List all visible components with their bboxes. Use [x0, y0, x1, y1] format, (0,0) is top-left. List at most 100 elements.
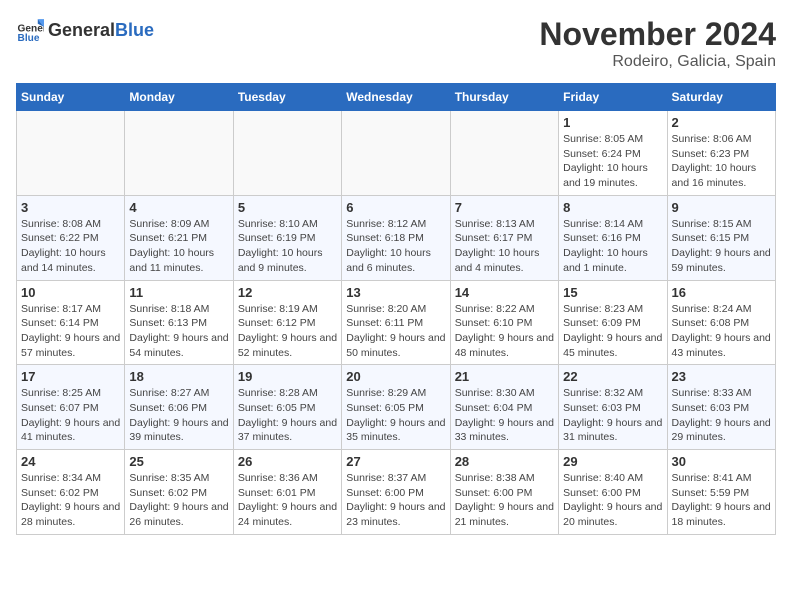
calendar-cell: 4 Sunrise: 8:09 AMSunset: 6:21 PMDaylight… — [125, 195, 233, 280]
calendar-cell: 29Sunrise: 8:40 AMSunset: 6:00 PMDayligh… — [559, 450, 667, 535]
day-number: 6 — [346, 200, 445, 215]
day-number: 21 — [455, 369, 554, 384]
day-info: Sunrise: 8:10 AMSunset: 6:19 PMDaylight:… — [238, 217, 337, 276]
calendar-cell: 3Sunrise: 8:08 AMSunset: 6:22 PMDaylight… — [17, 195, 125, 280]
calendar-cell: 20Sunrise: 8:29 AMSunset: 6:05 PMDayligh… — [342, 365, 450, 450]
day-number: 20 — [346, 369, 445, 384]
day-info: Sunrise: 8:13 AMSunset: 6:17 PMDaylight:… — [455, 217, 554, 276]
calendar-week-5: 24 Sunrise: 8:34 AMSunset: 6:02 PMDayligh… — [17, 450, 776, 535]
day-info: Sunrise: 8:27 AMSunset: 6:06 PMDaylight:… — [129, 386, 228, 445]
day-number: 28 — [455, 454, 554, 469]
day-number: 5 — [238, 200, 337, 215]
calendar-cell — [17, 111, 125, 196]
page-header: General Blue GeneralBlue November 2024 R… — [16, 16, 776, 71]
weekday-header-monday: Monday — [125, 84, 233, 111]
day-info: Sunrise: 8:19 AMSunset: 6:12 PMDaylight:… — [238, 302, 337, 361]
day-info: Sunrise: 8:08 AMSunset: 6:22 PMDaylight:… — [21, 217, 120, 276]
calendar-cell: 9Sunrise: 8:15 AMSunset: 6:15 PMDaylight… — [667, 195, 775, 280]
day-info: Sunrise: 8:35 AMSunset: 6:02 PMDaylight:… — [129, 471, 228, 530]
calendar-cell: 21 Sunrise: 8:30 AMSunset: 6:04 PMDayligh… — [450, 365, 558, 450]
day-number: 11 — [129, 285, 228, 300]
day-number: 27 — [346, 454, 445, 469]
calendar-cell: 23 Sunrise: 8:33 AMSunset: 6:03 PMDayligh… — [667, 365, 775, 450]
day-info: Sunrise: 8:12 AMSunset: 6:18 PMDaylight:… — [346, 217, 445, 276]
calendar-cell — [233, 111, 341, 196]
day-number: 26 — [238, 454, 337, 469]
logo-icon: General Blue — [16, 16, 44, 44]
calendar-week-3: 10 Sunrise: 8:17 AMSunset: 6:14 PMDayligh… — [17, 280, 776, 365]
day-info: Sunrise: 8:41 AMSunset: 5:59 PMDaylight:… — [672, 471, 771, 530]
calendar-week-1: 1Sunrise: 8:05 AMSunset: 6:24 PMDaylight… — [17, 111, 776, 196]
logo-text-general: General — [48, 20, 115, 41]
day-info: Sunrise: 8:23 AMSunset: 6:09 PMDaylight:… — [563, 302, 662, 361]
calendar-cell: 16Sunrise: 8:24 AMSunset: 6:08 PMDayligh… — [667, 280, 775, 365]
day-number: 12 — [238, 285, 337, 300]
calendar-cell: 8 Sunrise: 8:14 AMSunset: 6:16 PMDaylight… — [559, 195, 667, 280]
calendar-cell: 30 Sunrise: 8:41 AMSunset: 5:59 PMDayligh… — [667, 450, 775, 535]
day-info: Sunrise: 8:37 AMSunset: 6:00 PMDaylight:… — [346, 471, 445, 530]
month-title: November 2024 — [539, 16, 776, 53]
day-number: 7 — [455, 200, 554, 215]
calendar-cell: 5 Sunrise: 8:10 AMSunset: 6:19 PMDaylight… — [233, 195, 341, 280]
day-number: 25 — [129, 454, 228, 469]
day-number: 9 — [672, 200, 771, 215]
calendar-cell: 22 Sunrise: 8:32 AMSunset: 6:03 PMDayligh… — [559, 365, 667, 450]
day-info: Sunrise: 8:18 AMSunset: 6:13 PMDaylight:… — [129, 302, 228, 361]
day-info: Sunrise: 8:28 AMSunset: 6:05 PMDaylight:… — [238, 386, 337, 445]
calendar-cell — [125, 111, 233, 196]
calendar-cell: 18 Sunrise: 8:27 AMSunset: 6:06 PMDayligh… — [125, 365, 233, 450]
day-info: Sunrise: 8:25 AMSunset: 6:07 PMDaylight:… — [21, 386, 120, 445]
day-info: Sunrise: 8:09 AMSunset: 6:21 PMDaylight:… — [129, 217, 228, 276]
logo-text-blue: Blue — [115, 20, 154, 41]
day-number: 14 — [455, 285, 554, 300]
weekday-header-saturday: Saturday — [667, 84, 775, 111]
calendar-cell: 19 Sunrise: 8:28 AMSunset: 6:05 PMDayligh… — [233, 365, 341, 450]
calendar-header-row: SundayMondayTuesdayWednesdayThursdayFrid… — [17, 84, 776, 111]
calendar-cell: 17 Sunrise: 8:25 AMSunset: 6:07 PMDayligh… — [17, 365, 125, 450]
day-info: Sunrise: 8:06 AMSunset: 6:23 PMDaylight:… — [672, 132, 771, 191]
day-number: 18 — [129, 369, 228, 384]
weekday-header-wednesday: Wednesday — [342, 84, 450, 111]
day-number: 17 — [21, 369, 120, 384]
day-number: 10 — [21, 285, 120, 300]
calendar-cell — [342, 111, 450, 196]
day-number: 22 — [563, 369, 662, 384]
day-info: Sunrise: 8:33 AMSunset: 6:03 PMDaylight:… — [672, 386, 771, 445]
calendar-cell: 14 Sunrise: 8:22 AMSunset: 6:10 PMDayligh… — [450, 280, 558, 365]
title-block: November 2024 Rodeiro, Galicia, Spain — [539, 16, 776, 71]
day-info: Sunrise: 8:36 AMSunset: 6:01 PMDaylight:… — [238, 471, 337, 530]
day-info: Sunrise: 8:24 AMSunset: 6:08 PMDaylight:… — [672, 302, 771, 361]
day-number: 30 — [672, 454, 771, 469]
day-number: 8 — [563, 200, 662, 215]
day-number: 19 — [238, 369, 337, 384]
day-info: Sunrise: 8:17 AMSunset: 6:14 PMDaylight:… — [21, 302, 120, 361]
calendar-cell: 25 Sunrise: 8:35 AMSunset: 6:02 PMDayligh… — [125, 450, 233, 535]
day-info: Sunrise: 8:14 AMSunset: 6:16 PMDaylight:… — [563, 217, 662, 276]
day-number: 23 — [672, 369, 771, 384]
day-info: Sunrise: 8:20 AMSunset: 6:11 PMDaylight:… — [346, 302, 445, 361]
day-info: Sunrise: 8:32 AMSunset: 6:03 PMDaylight:… — [563, 386, 662, 445]
calendar-week-4: 17 Sunrise: 8:25 AMSunset: 6:07 PMDayligh… — [17, 365, 776, 450]
day-number: 13 — [346, 285, 445, 300]
calendar-cell — [450, 111, 558, 196]
calendar-cell: 7 Sunrise: 8:13 AMSunset: 6:17 PMDaylight… — [450, 195, 558, 280]
calendar-cell: 24 Sunrise: 8:34 AMSunset: 6:02 PMDayligh… — [17, 450, 125, 535]
calendar-cell: 15Sunrise: 8:23 AMSunset: 6:09 PMDayligh… — [559, 280, 667, 365]
svg-text:Blue: Blue — [18, 33, 40, 44]
calendar-table: SundayMondayTuesdayWednesdayThursdayFrid… — [16, 83, 776, 535]
day-number: 29 — [563, 454, 662, 469]
calendar-cell: 28 Sunrise: 8:38 AMSunset: 6:00 PMDayligh… — [450, 450, 558, 535]
weekday-header-thursday: Thursday — [450, 84, 558, 111]
calendar-cell: 2 Sunrise: 8:06 AMSunset: 6:23 PMDaylight… — [667, 111, 775, 196]
day-info: Sunrise: 8:22 AMSunset: 6:10 PMDaylight:… — [455, 302, 554, 361]
calendar-cell: 26 Sunrise: 8:36 AMSunset: 6:01 PMDayligh… — [233, 450, 341, 535]
day-number: 4 — [129, 200, 228, 215]
day-number: 2 — [672, 115, 771, 130]
weekday-header-friday: Friday — [559, 84, 667, 111]
day-info: Sunrise: 8:30 AMSunset: 6:04 PMDaylight:… — [455, 386, 554, 445]
day-number: 24 — [21, 454, 120, 469]
calendar-cell: 27 Sunrise: 8:37 AMSunset: 6:00 PMDayligh… — [342, 450, 450, 535]
calendar-cell: 1Sunrise: 8:05 AMSunset: 6:24 PMDaylight… — [559, 111, 667, 196]
day-info: Sunrise: 8:38 AMSunset: 6:00 PMDaylight:… — [455, 471, 554, 530]
day-info: Sunrise: 8:34 AMSunset: 6:02 PMDaylight:… — [21, 471, 120, 530]
